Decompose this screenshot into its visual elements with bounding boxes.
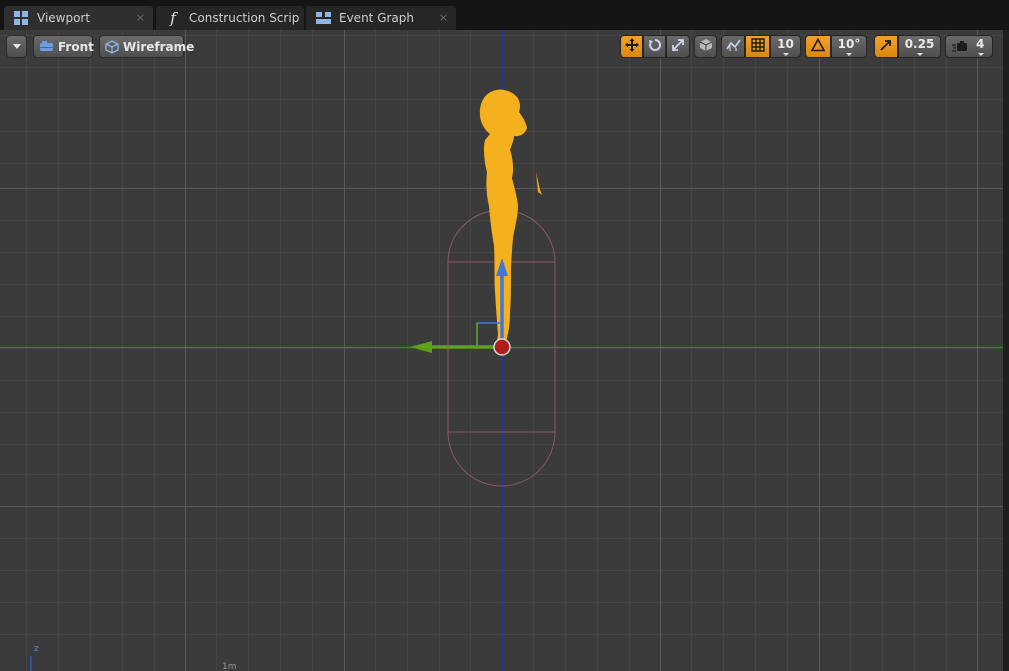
function-icon: f (170, 9, 176, 27)
view-mode-button[interactable]: Front (33, 35, 94, 58)
chevron-down-icon (12, 44, 21, 49)
move-arrows-icon (624, 37, 640, 56)
chevron-down-icon (916, 53, 923, 56)
render-mode-button[interactable]: Wireframe (99, 35, 194, 58)
scale-icon (671, 38, 685, 55)
chevron-down-icon (846, 53, 852, 56)
tab-label: Viewport (37, 11, 91, 25)
camera-speed-value-text: 4 (976, 36, 985, 51)
rotation-snap-value[interactable]: 10° (831, 35, 867, 58)
grid-snap-icon (750, 38, 765, 55)
render-mode-label: Wireframe (123, 39, 195, 54)
surface-snap-icon (725, 38, 741, 55)
tab-construction-script[interactable]: f Construction Scrip (156, 6, 304, 30)
camera-speed-icon (952, 40, 968, 53)
scale-snap-value-text: 0.25 (904, 36, 935, 51)
gizmo-y-arrowhead[interactable] (410, 341, 432, 353)
view-mode-label: Front (58, 39, 94, 54)
axis-z-label: z (34, 644, 39, 654)
viewport-scene (0, 30, 1003, 671)
chevron-down-icon (782, 53, 789, 56)
tab-bar: Viewport × f Construction Scrip Event Gr… (0, 0, 1009, 30)
wireframe-cube-icon (105, 39, 119, 54)
viewport-edge (1003, 30, 1009, 671)
rotation-snap-toggle[interactable] (805, 35, 831, 58)
rotate-mode-button[interactable] (643, 35, 666, 58)
viewport-grid-icon (14, 11, 28, 25)
coordinate-space-button[interactable] (694, 35, 717, 58)
scale-snap-value[interactable]: 0.25 (898, 35, 941, 58)
tab-label: Event Graph (339, 11, 414, 25)
viewport-canvas[interactable]: z 1m (0, 30, 1003, 671)
translate-mode-button[interactable] (620, 35, 643, 58)
chevron-down-icon (978, 53, 984, 56)
character-mesh[interactable] (479, 89, 542, 344)
close-icon[interactable]: × (439, 11, 448, 24)
scale-snap-icon (879, 38, 893, 55)
rotation-snap-value-text: 10° (837, 36, 861, 51)
scale-snap-toggle[interactable] (874, 35, 898, 58)
rotate-icon (648, 38, 662, 55)
close-icon[interactable]: × (136, 11, 145, 24)
scale-mode-button[interactable] (666, 35, 690, 58)
tab-viewport[interactable]: Viewport × (4, 6, 153, 30)
camera-icon (39, 40, 54, 53)
grid-snap-value[interactable]: 10 (770, 35, 801, 58)
angle-snap-icon (810, 37, 826, 55)
camera-speed-button[interactable]: 4 (945, 35, 993, 58)
graph-icon (316, 11, 331, 25)
gizmo-origin-sphere[interactable] (493, 338, 511, 356)
tab-label: Construction Scrip (189, 11, 300, 25)
tab-event-graph[interactable]: Event Graph × (306, 6, 456, 30)
surface-snapping-button[interactable] (721, 35, 745, 58)
grid-snap-value-text: 10 (777, 36, 794, 51)
scale-label: 1m (222, 662, 237, 671)
cube-icon (699, 38, 713, 55)
grid-snap-toggle[interactable] (745, 35, 770, 58)
viewport-options-button[interactable] (6, 35, 27, 58)
